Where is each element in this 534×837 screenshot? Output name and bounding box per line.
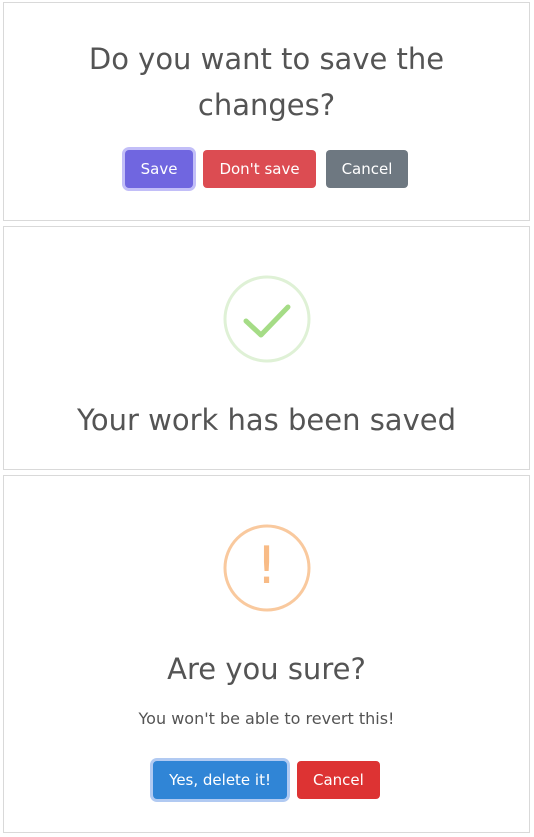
saved-success-dialog: Your work has been saved: [3, 226, 530, 470]
dont-save-button[interactable]: Don't save: [203, 150, 316, 188]
dialog-title: Your work has been saved: [77, 403, 456, 437]
dialog-title: Are you sure?: [167, 652, 366, 686]
save-changes-dialog: Do you want to save the changes? Save Do…: [3, 2, 530, 221]
success-check-icon: [223, 275, 311, 363]
cancel-button[interactable]: Cancel: [297, 761, 380, 799]
warning-exclamation: !: [256, 536, 277, 596]
confirm-delete-dialog: ! Are you sure? You won't be able to rev…: [3, 475, 530, 833]
dialog-text: You won't be able to revert this!: [138, 709, 395, 728]
warning-icon: !: [223, 524, 311, 612]
dialog-actions: Yes, delete it! Cancel: [4, 761, 529, 799]
save-button[interactable]: Save: [124, 150, 194, 188]
confirm-delete-button[interactable]: Yes, delete it!: [153, 761, 287, 799]
cancel-button[interactable]: Cancel: [325, 150, 409, 188]
dialog-actions: Save Don't save Cancel: [4, 150, 529, 188]
dialog-title: Do you want to save the changes?: [88, 42, 445, 122]
